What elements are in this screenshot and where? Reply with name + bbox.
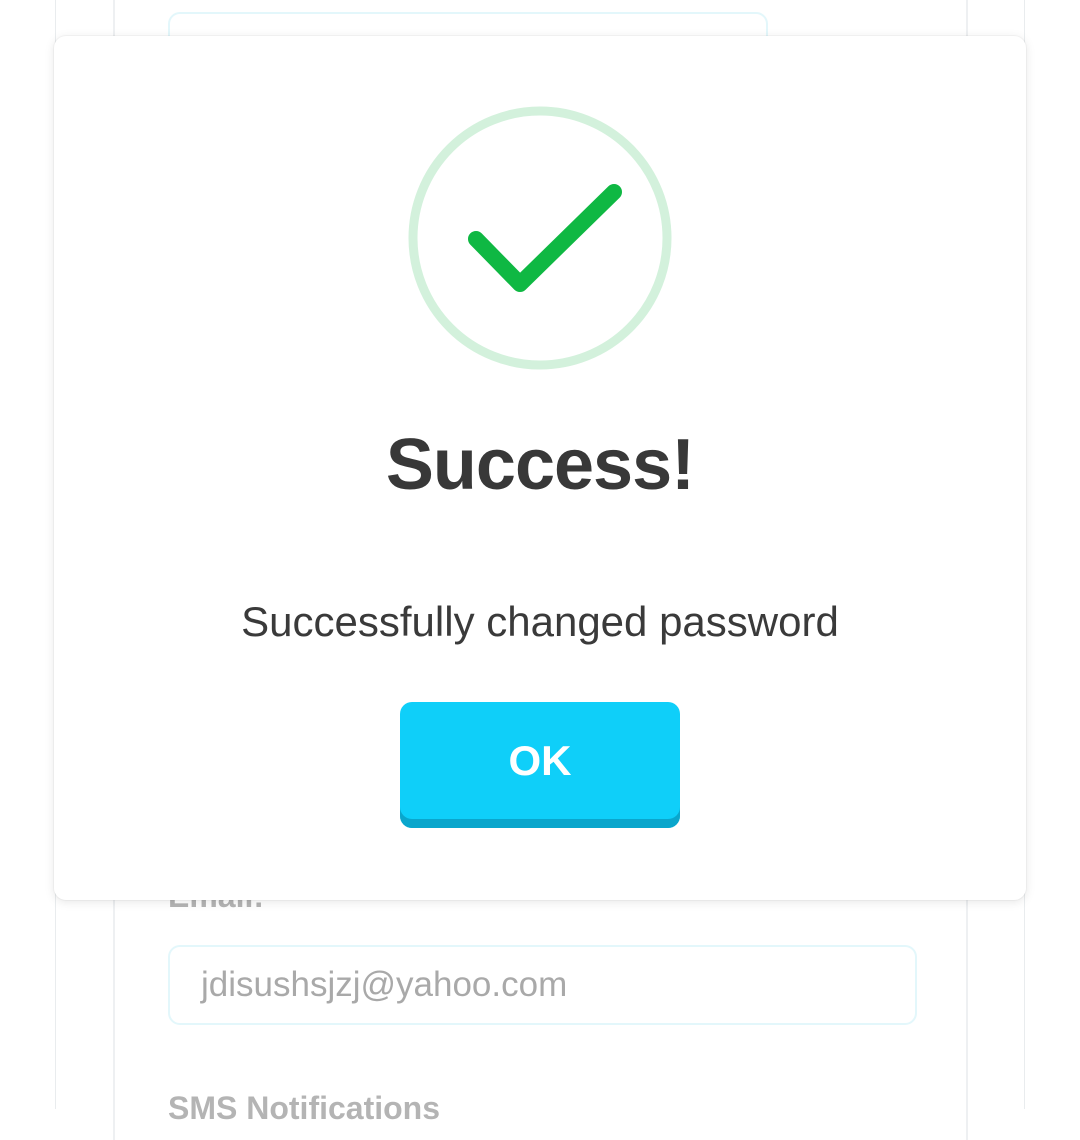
email-field[interactable]: jdisushsjzj@yahoo.com xyxy=(168,945,917,1025)
ok-button[interactable]: OK xyxy=(400,702,680,828)
check-circle-icon xyxy=(408,106,672,370)
email-field-value: jdisushsjzj@yahoo.com xyxy=(201,965,568,1004)
success-dialog: Success! Successfully changed password O… xyxy=(54,36,1026,900)
dialog-message: Successfully changed password xyxy=(241,598,839,645)
dialog-title: Success! xyxy=(385,425,695,505)
